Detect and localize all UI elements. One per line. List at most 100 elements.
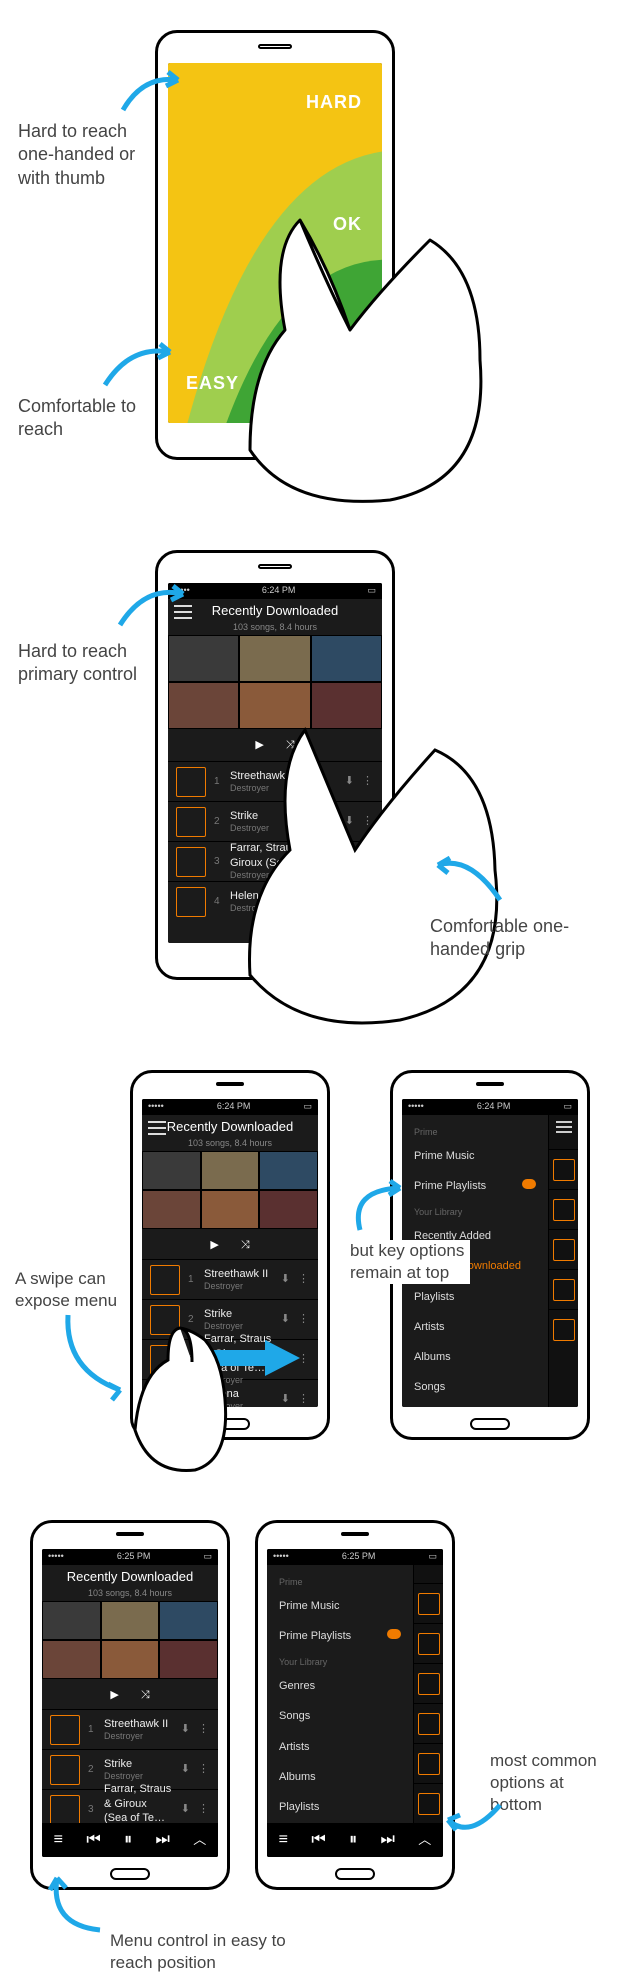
arrow-to-hard <box>118 70 188 127</box>
more-icon[interactable]: ⋮ <box>198 1802 210 1816</box>
shuffle-icon[interactable]: ⤨ <box>241 1238 250 1252</box>
note-comfortable: Comfortable to reach <box>18 395 148 442</box>
menu-section-library: Your Library <box>267 1651 413 1671</box>
download-icon[interactable]: ⬇ <box>181 1762 190 1776</box>
zone-hard-label: HARD <box>306 91 362 114</box>
track-row[interactable]: 1 Streethawk IIDestroyer ⬇ ⋮ <box>142 1259 318 1299</box>
track-title: Streethawk II <box>204 1267 273 1281</box>
menu-section-prime: Prime <box>402 1121 548 1141</box>
battery-icon: ▭ <box>367 585 376 597</box>
track-index: 1 <box>214 775 222 788</box>
download-icon[interactable]: ⬇ <box>181 1722 190 1736</box>
menu-item-genres[interactable]: Genres <box>267 1671 413 1701</box>
menu-item-prime-music[interactable]: Prime Music <box>267 1591 413 1621</box>
track-index: 3 <box>214 855 222 868</box>
track-title: Strike <box>104 1757 173 1771</box>
track-title: Farrar, Straus & Giroux (Sea of Te… <box>104 1782 173 1825</box>
pause-icon[interactable]: ⏸ <box>124 1830 132 1851</box>
more-icon[interactable]: ⋮ <box>298 1312 310 1326</box>
track-cover <box>176 767 206 797</box>
page-title: Recently Downloaded <box>142 1115 318 1136</box>
arrow-to-hamburger <box>115 580 190 642</box>
note-primary-control: Hard to reach primary control <box>18 640 158 687</box>
hamburger-menu-button[interactable]: ≡ <box>279 1830 288 1851</box>
menu-item-prime-playlists[interactable]: Prime Playlists <box>267 1621 413 1651</box>
download-icon[interactable]: ⬇ <box>281 1312 290 1326</box>
more-icon[interactable]: ⋮ <box>198 1762 210 1776</box>
menu-underlay-strip[interactable] <box>413 1565 443 1823</box>
album-art-grid[interactable] <box>42 1601 218 1679</box>
track-cover <box>176 807 206 837</box>
track-list: 1Streethawk IIDestroyer⬇⋮2StrikeDestroye… <box>42 1709 218 1823</box>
status-time: 6:25 PM <box>342 1551 376 1563</box>
expand-icon[interactable]: ︿ <box>193 1832 206 1849</box>
track-index: 1 <box>188 1273 196 1286</box>
menu-item-genres[interactable]: Genres <box>402 1403 548 1407</box>
status-time: 6:24 PM <box>477 1101 511 1113</box>
arrow-to-bottom-menu <box>45 1870 125 1947</box>
track-artist: Destroyer <box>104 1731 173 1743</box>
play-icon[interactable]: ▶ <box>110 1688 118 1702</box>
play-icon[interactable]: ▶ <box>210 1238 218 1252</box>
page-title: Recently Downloaded <box>42 1565 218 1586</box>
track-cover <box>50 1715 80 1745</box>
more-icon[interactable]: ⋮ <box>298 1272 310 1286</box>
menu-item-albums[interactable]: Albums <box>402 1342 548 1372</box>
arrow-to-hand <box>430 850 510 917</box>
prev-track-icon[interactable]: ⏮ <box>311 1830 325 1851</box>
menu-item-songs[interactable]: Songs <box>402 1372 548 1402</box>
track-cover <box>176 847 206 877</box>
track-cover <box>176 887 206 917</box>
menu-underlay-strip[interactable] <box>548 1115 578 1407</box>
menu-item-albums[interactable]: Albums <box>267 1762 413 1792</box>
page-subtitle: 103 songs, 8.4 hours <box>233 622 317 632</box>
side-menu-redesign: •••••6:25 PM▭ Prime Prime Music Prime Pl… <box>267 1549 443 1857</box>
badge-icon <box>387 1629 401 1639</box>
menu-item-artists[interactable]: Artists <box>402 1312 548 1342</box>
menu-section-prime: Prime <box>267 1571 413 1591</box>
note-hard-reach: Hard to reach one-handed or with thumb <box>18 120 168 190</box>
track-row[interactable]: 1Streethawk IIDestroyer⬇⋮ <box>42 1709 218 1749</box>
menu-item-songs[interactable]: Songs <box>267 1701 413 1731</box>
status-time: 6:24 PM <box>217 1101 251 1113</box>
hand-outline <box>230 210 530 530</box>
arrow-to-top-options <box>345 1180 415 1242</box>
menu-section-library: Your Library <box>402 1201 548 1221</box>
status-time: 6:24 PM <box>262 585 296 597</box>
prev-track-icon[interactable]: ⏮ <box>86 1830 100 1851</box>
track-index: 2 <box>214 815 222 828</box>
track-cover <box>50 1755 80 1785</box>
menu-item-playlists[interactable]: Playlists <box>267 1792 413 1822</box>
track-artist: Destroyer <box>104 1771 173 1783</box>
status-time: 6:25 PM <box>117 1551 151 1563</box>
expand-icon[interactable]: ︿ <box>418 1832 431 1849</box>
music-app-redesign: •••••6:25 PM▭ Recently Downloaded 103 so… <box>42 1549 218 1857</box>
play-controls: ▶⤨ <box>42 1681 218 1709</box>
arrow-to-bottom-options <box>440 1800 510 1857</box>
badge-icon <box>522 1179 536 1189</box>
album-art-grid[interactable] <box>168 635 382 729</box>
phone-speaker <box>258 564 292 569</box>
hamburger-menu-button[interactable] <box>148 1121 166 1135</box>
album-art-grid[interactable] <box>142 1151 318 1229</box>
next-track-icon[interactable]: ⏭ <box>156 1830 170 1851</box>
download-icon[interactable]: ⬇ <box>281 1272 290 1286</box>
track-cover <box>150 1265 180 1295</box>
hamburger-menu-button[interactable]: ≡ <box>54 1830 63 1851</box>
shuffle-icon[interactable]: ⤨ <box>141 1688 150 1702</box>
next-track-icon[interactable]: ⏭ <box>381 1830 395 1851</box>
pause-icon[interactable]: ⏸ <box>349 1830 357 1851</box>
menu-item-prime-playlists[interactable]: Prime Playlists <box>402 1171 548 1201</box>
play-controls: ▶⤨ <box>142 1231 318 1259</box>
phone-speaker <box>258 44 292 49</box>
more-icon[interactable]: ⋮ <box>198 1722 210 1736</box>
arrow-to-swipe <box>60 1310 140 1407</box>
menu-item-artists[interactable]: Artists <box>267 1732 413 1762</box>
page-title: Recently Downloaded <box>168 599 382 620</box>
menu-item-prime-music[interactable]: Prime Music <box>402 1141 548 1171</box>
arrow-to-easy <box>100 340 180 397</box>
menu-item-playlists[interactable]: Playlists <box>402 1282 548 1312</box>
hamburger-icon[interactable] <box>556 1121 572 1133</box>
download-icon[interactable]: ⬇ <box>181 1802 190 1816</box>
track-artist: Destroyer <box>204 1281 273 1293</box>
